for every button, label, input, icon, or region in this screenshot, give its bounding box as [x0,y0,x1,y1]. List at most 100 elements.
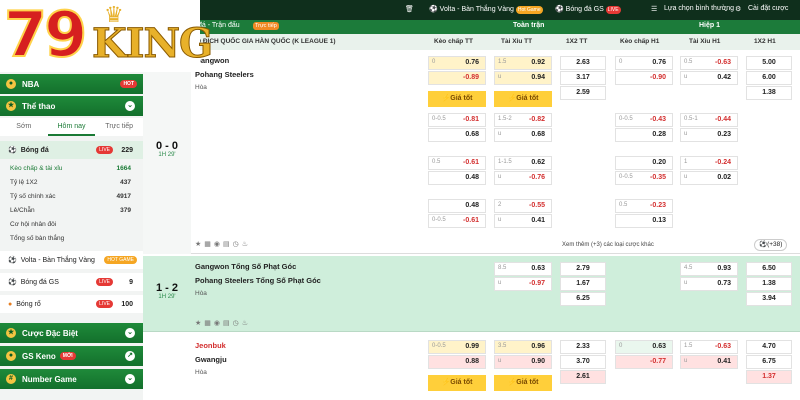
odds-cell[interactable]: 0-0.5 -0.61 [428,214,486,228]
odds-cell[interactable]: 0.88 [428,355,486,369]
odds-cell[interactable]: u 0.90 [494,355,552,369]
odds-cell[interactable]: 0.48 [428,171,486,185]
odds-cell[interactable]: u -0.76 [494,171,552,185]
odds-cell[interactable]: u 0.73 [680,277,738,291]
odds-cell[interactable]: 2.33 [560,340,606,354]
odds-cell[interactable]: u 0.02 [680,171,738,185]
odds-cell[interactable]: 0-0.5 -0.81 [428,113,486,127]
odds-cell[interactable]: 0.5 -0.23 [615,199,673,213]
nav-gs[interactable]: ⚽ Bóng đá GS LIVE [555,5,621,14]
tab-live[interactable]: Trực tiếp [95,118,143,136]
sidebar-sub-item[interactable]: Kèo chấp & tài xỉu 1664 [10,165,135,172]
view-icon[interactable]: ◉ [214,241,223,248]
odds-cell[interactable]: 1.38 [746,277,792,291]
odds-cell[interactable]: 3.5 0.96 [494,340,552,354]
fire-icon[interactable]: ♨ [242,320,251,327]
good-price-badge[interactable]: ⚡Giá tốt [494,375,552,391]
odds-cell[interactable]: 2.61 [560,370,606,384]
odds-cell[interactable]: 3.94 [746,292,792,306]
odds-cell[interactable]: 0 0.76 [428,56,486,70]
odds-cell[interactable]: 0-0.5 -0.43 [615,113,673,127]
odds-cell[interactable]: 0.68 [428,128,486,142]
match-tools[interactable]: ★▦◉▤◷♨ [195,319,251,327]
trash-icon[interactable]: 🗑 [405,5,414,13]
odds-cell[interactable]: u 0.68 [494,128,552,142]
star-icon[interactable]: ★ [195,320,204,327]
odds-cell[interactable]: 0.5 -0.63 [680,56,738,70]
sidebar-item-special[interactable]: ★ Cược Đặc Biệt ⌄ [0,323,143,343]
odds-cell[interactable]: 1.67 [560,277,606,291]
odds-cell[interactable]: 0-0.5 0.99 [428,340,486,354]
odds-cell[interactable]: u 0.23 [680,128,738,142]
odds-cell[interactable]: u 0.42 [680,71,738,85]
more-bets-link[interactable]: Xem thêm (+3) các loại cược khác [562,242,654,248]
odds-cell[interactable]: 1 -0.24 [680,156,738,170]
sidebar-item-nba[interactable]: ● NBA HOT [0,74,143,94]
stats-icon[interactable]: ▦ [204,320,214,327]
odds-cell[interactable]: 3.70 [560,355,606,369]
odds-cell[interactable]: 2.79 [560,262,606,276]
good-price-badge[interactable]: ⚡Giá tốt [428,375,486,391]
chart-icon[interactable]: ▤ [223,320,233,327]
odds-cell[interactable]: 1.5 -0.63 [680,340,738,354]
odds-cell[interactable]: 0 0.63 [615,340,673,354]
stats-icon[interactable]: ▦ [204,241,214,248]
timer-icon[interactable]: ◷ [233,241,242,248]
sidebar-item-keno[interactable]: ● GS Keno MỚI ↗ [0,346,143,366]
sidebar-sub-item[interactable]: Lẻ/Chẵn 379 [10,207,135,214]
odds-cell[interactable]: 6.00 [746,71,792,85]
bet-settings[interactable]: Cài đặt cược [748,5,788,12]
odds-cell[interactable]: 0 0.76 [615,56,673,70]
odds-cell[interactable]: 0.20 [615,156,673,170]
odds-cell[interactable]: u 0.94 [494,71,552,85]
odds-cell[interactable]: 0.13 [615,214,673,228]
odds-cell[interactable]: -0.77 [615,355,673,369]
odds-cell[interactable]: 8.5 0.63 [494,262,552,276]
sidebar-item-gs[interactable]: ⚽ Bóng đá GS LIVE 9 [0,273,143,291]
odds-cell[interactable]: 5.00 [746,56,792,70]
odds-cell[interactable]: 1.37 [746,370,792,384]
good-price-badge[interactable]: ⚡Giá tốt [494,91,552,107]
odds-cell[interactable]: 1.5-2 -0.82 [494,113,552,127]
match-tools[interactable]: ★▦◉▤◷♨ [195,240,251,248]
sidebar-item-volta[interactable]: ⚽ Volta - Bàn Thắng Vàng HOT GAME [0,251,143,269]
odds-cell[interactable]: -0.90 [615,71,673,85]
odds-cell[interactable]: u 0.41 [680,355,738,369]
odds-cell[interactable]: 2.59 [560,86,606,100]
star-icon[interactable]: ★ [195,241,204,248]
odds-cell[interactable]: 0-0.5 -0.35 [615,171,673,185]
odds-cell[interactable]: 1.38 [746,86,792,100]
sidebar-item-sports[interactable]: ★ Thể thao ⌄ [0,96,143,116]
odds-cell[interactable]: 2 -0.55 [494,199,552,213]
odds-cell[interactable]: 4.5 0.93 [680,262,738,276]
sidebar-sub-item[interactable]: Cơ hội nhân đôi [10,221,135,228]
settings-icon[interactable]: ⚙ [735,5,741,13]
odds-cell[interactable]: -0.89 [428,71,486,85]
odds-cell[interactable]: 3.17 [560,71,606,85]
nav-volta[interactable]: ⚽ Volta - Bàn Thắng Vàng Hot Game [429,5,543,14]
odds-cell[interactable]: u 0.41 [494,214,552,228]
chart-icon[interactable]: ▤ [223,241,233,248]
odds-cell[interactable]: 0.48 [428,199,486,213]
sidebar-sub-item[interactable]: Tỷ lệ 1X2 437 [10,179,135,186]
odds-cell[interactable]: 6.25 [560,292,606,306]
view-icon[interactable]: ◉ [214,320,223,327]
timer-icon[interactable]: ◷ [233,320,242,327]
sidebar-sub-item[interactable]: Tổng số bàn thắng [10,235,135,242]
odds-cell[interactable]: 0.5 -0.61 [428,156,486,170]
tab-today[interactable]: Hôm nay [47,118,96,136]
odds-cell[interactable]: 6.75 [746,355,792,369]
odds-cell[interactable]: 1-1.5 0.62 [494,156,552,170]
good-price-badge[interactable]: ⚡Giá tốt [428,91,486,107]
tab-early[interactable]: Sớm [0,118,48,136]
odds-cell[interactable]: u -0.97 [494,277,552,291]
odds-cell[interactable]: 1.5 0.92 [494,56,552,70]
odds-cell[interactable]: 4.70 [746,340,792,354]
sidebar-item-football[interactable]: ⚽ Bóng đá LIVE 229 [0,141,143,159]
odds-cell[interactable]: 6.50 [746,262,792,276]
odds-cell[interactable]: 2.63 [560,56,606,70]
sidebar-item-number-game[interactable]: # Number Game ⌄ [0,369,143,389]
odds-cell[interactable]: 0.5-1 -0.44 [680,113,738,127]
sidebar-item-basketball[interactable]: ● Bóng rổ LIVE 100 [0,295,143,313]
sidebar-sub-item[interactable]: Tỷ số chính xác 4917 [10,193,135,200]
